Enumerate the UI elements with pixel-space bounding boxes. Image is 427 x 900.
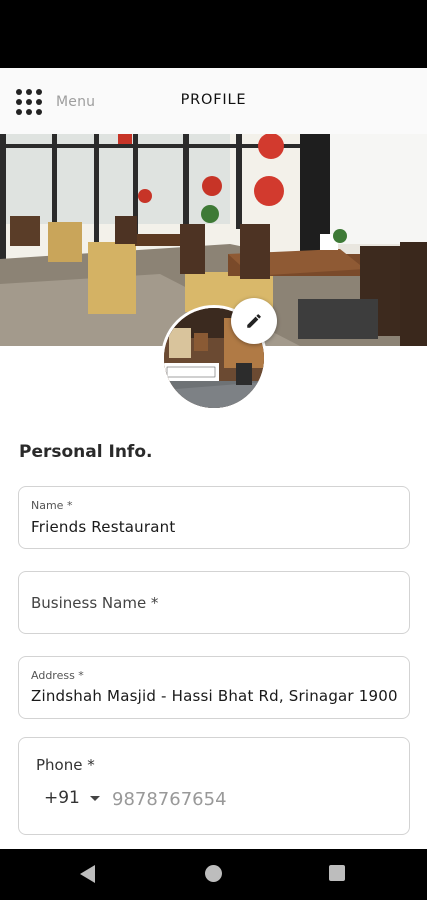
name-field-value: Friends Restaurant <box>31 518 176 536</box>
name-field-label: Name * <box>31 499 73 512</box>
profile-screen: Menu PROFILE Personal Info. Name * Frien… <box>0 68 427 849</box>
system-nav-bar <box>0 849 427 900</box>
phone-input[interactable] <box>112 785 312 813</box>
caret-down-icon <box>89 795 100 801</box>
pencil-icon <box>247 314 261 328</box>
home-circle-icon[interactable] <box>205 865 222 882</box>
recents-square-icon[interactable] <box>329 865 345 881</box>
page-title: PROFILE <box>180 92 247 108</box>
address-field-value: Zindshah Masjid - Hassi Bhat Rd, Srinaga… <box>31 687 398 705</box>
business-name-placeholder: Business Name * <box>31 594 159 612</box>
status-bar <box>0 0 427 68</box>
app-header: Menu PROFILE <box>0 68 427 134</box>
address-field-label: Address * <box>31 669 84 682</box>
back-triangle-icon[interactable] <box>80 865 95 883</box>
phone-field: Phone * +91 <box>18 737 410 835</box>
country-code-select[interactable]: +91 <box>44 788 100 808</box>
address-field[interactable]: Address * Zindshah Masjid - Hassi Bhat R… <box>18 656 410 719</box>
business-name-field[interactable]: Business Name * <box>18 571 410 634</box>
edit-photo-button[interactable] <box>231 298 277 344</box>
phone-field-label: Phone * <box>36 756 95 774</box>
country-code-value: +91 <box>44 788 80 808</box>
name-field[interactable]: Name * Friends Restaurant <box>18 486 410 549</box>
section-title-personal-info: Personal Info. <box>19 442 153 462</box>
